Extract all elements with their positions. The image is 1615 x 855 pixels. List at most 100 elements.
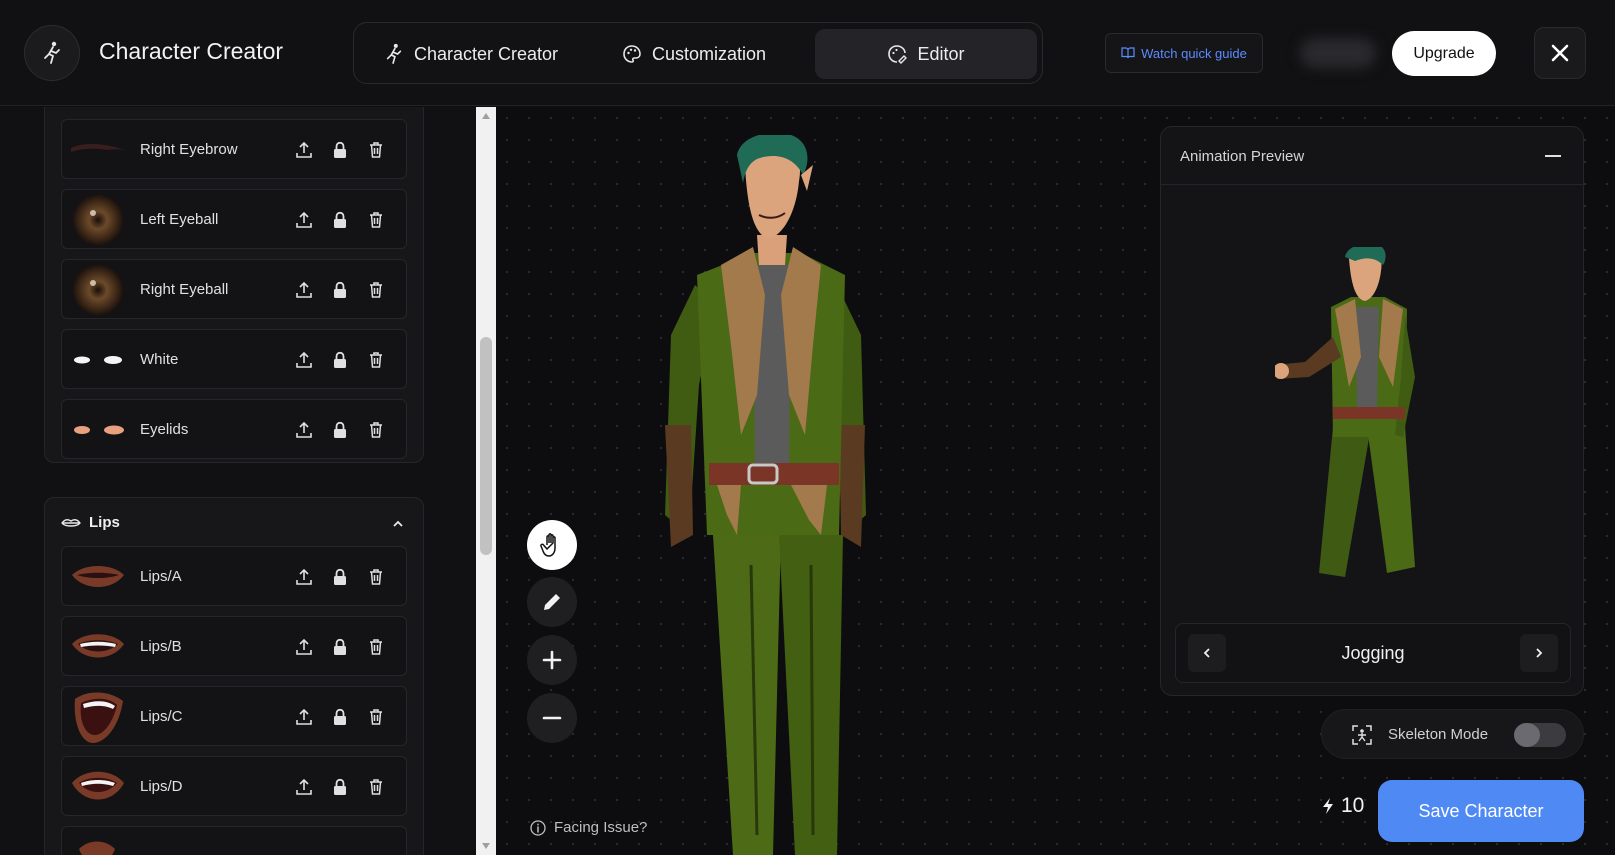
row-actions bbox=[294, 139, 386, 161]
scroll-up-arrow-icon[interactable] bbox=[481, 112, 491, 120]
layer-row[interactable] bbox=[61, 826, 407, 855]
zoom-out-icon bbox=[542, 716, 562, 720]
layer-row[interactable]: Lips/B bbox=[61, 616, 407, 676]
section-title: Lips bbox=[89, 514, 120, 531]
pan-tool-button[interactable] bbox=[527, 520, 577, 570]
lightning-icon bbox=[1323, 798, 1333, 814]
row-actions bbox=[294, 209, 386, 231]
edit-palette-icon bbox=[888, 45, 908, 64]
lock-icon[interactable] bbox=[330, 776, 350, 798]
lock-icon[interactable] bbox=[330, 636, 350, 658]
layer-name: Right Eyebrow bbox=[140, 141, 238, 158]
character-figure[interactable] bbox=[661, 135, 891, 855]
layer-thumbnail bbox=[68, 619, 128, 675]
upload-icon[interactable] bbox=[294, 566, 314, 588]
user-account[interactable] bbox=[1300, 38, 1376, 68]
scroll-thumb[interactable] bbox=[480, 337, 492, 555]
facing-issue-label: Facing Issue? bbox=[554, 819, 648, 836]
row-actions bbox=[294, 636, 386, 658]
upload-icon[interactable] bbox=[294, 279, 314, 301]
main-tabs: Character Creator Customization Editor bbox=[353, 22, 1043, 84]
trash-icon[interactable] bbox=[366, 776, 386, 798]
trash-icon[interactable] bbox=[366, 636, 386, 658]
upload-icon[interactable] bbox=[294, 636, 314, 658]
tab-editor[interactable]: Editor bbox=[815, 29, 1037, 79]
layer-name: Lips/A bbox=[140, 568, 182, 585]
preview-title: Animation Preview bbox=[1180, 148, 1305, 165]
top-header: Character Creator Character Creator Cust… bbox=[0, 0, 1615, 106]
trash-icon[interactable] bbox=[366, 139, 386, 161]
lock-icon[interactable] bbox=[330, 279, 350, 301]
minimize-icon[interactable] bbox=[1545, 155, 1561, 157]
row-actions bbox=[294, 419, 386, 441]
app-logo[interactable] bbox=[24, 25, 80, 81]
next-animation-button[interactable] bbox=[1520, 634, 1558, 672]
upgrade-button[interactable]: Upgrade bbox=[1392, 31, 1496, 76]
upload-icon[interactable] bbox=[294, 139, 314, 161]
lock-icon[interactable] bbox=[330, 209, 350, 231]
lips-section-header[interactable]: Lips bbox=[61, 514, 120, 531]
trash-icon[interactable] bbox=[366, 706, 386, 728]
close-icon bbox=[1551, 44, 1569, 62]
tab-label: Customization bbox=[652, 43, 767, 64]
upload-icon[interactable] bbox=[294, 776, 314, 798]
trash-icon[interactable] bbox=[366, 566, 386, 588]
layer-row[interactable]: Lips/C bbox=[61, 686, 407, 746]
facing-issue-link[interactable]: Facing Issue? bbox=[530, 819, 647, 836]
trash-icon[interactable] bbox=[366, 209, 386, 231]
watch-guide-button[interactable]: Watch quick guide bbox=[1105, 33, 1263, 73]
lock-icon[interactable] bbox=[330, 419, 350, 441]
layer-name: Lips/D bbox=[140, 778, 183, 795]
tab-character-creator[interactable]: Character Creator bbox=[368, 29, 582, 79]
animated-character-preview bbox=[1275, 247, 1415, 577]
sidebar-scrollbar[interactable] bbox=[476, 107, 496, 855]
lips-panel: Lips Lips/A Lips/B Lips/C Lips/D bbox=[44, 497, 424, 855]
trash-icon[interactable] bbox=[366, 279, 386, 301]
layer-thumbnail bbox=[68, 192, 128, 248]
layer-thumbnail bbox=[68, 402, 128, 458]
layer-name: Eyelids bbox=[140, 421, 189, 438]
lock-icon[interactable] bbox=[330, 706, 350, 728]
skeleton-mode-toggle[interactable] bbox=[1514, 723, 1566, 747]
animation-preview-panel: Animation Preview Jogging bbox=[1160, 126, 1584, 696]
pencil-tool-button[interactable] bbox=[527, 577, 577, 627]
upload-icon[interactable] bbox=[294, 209, 314, 231]
editor-canvas[interactable]: Facing Issue? Animation Preview Jogging bbox=[496, 107, 1615, 855]
layer-row[interactable]: Lips/D bbox=[61, 756, 407, 816]
lips-icon bbox=[61, 518, 81, 527]
palette-icon bbox=[623, 45, 641, 63]
zoom-out-button[interactable] bbox=[527, 693, 577, 743]
zoom-in-button[interactable] bbox=[527, 635, 577, 685]
tab-customization[interactable]: Customization bbox=[606, 29, 796, 79]
layer-row[interactable]: Right Eyebrow bbox=[61, 119, 407, 179]
tab-label: Editor bbox=[917, 43, 965, 64]
hand-icon bbox=[540, 533, 556, 557]
zoom-in-icon bbox=[542, 650, 562, 670]
layer-thumbnail bbox=[68, 759, 128, 815]
layers-sidebar[interactable]: Right Eyebrow Left Eyeball Right Eyeball bbox=[0, 107, 476, 855]
trash-icon[interactable] bbox=[366, 419, 386, 441]
trash-icon[interactable] bbox=[366, 349, 386, 371]
animation-name: Jogging bbox=[1341, 643, 1405, 663]
animation-switcher: Jogging bbox=[1175, 623, 1571, 683]
layer-row[interactable]: Eyelids bbox=[61, 399, 407, 459]
layer-row[interactable]: Left Eyeball bbox=[61, 189, 407, 249]
chevron-up-icon[interactable] bbox=[391, 516, 405, 534]
layer-row[interactable]: Lips/A bbox=[61, 546, 407, 606]
layer-thumbnail bbox=[68, 262, 128, 318]
save-character-button[interactable]: Save Character bbox=[1378, 780, 1584, 842]
upload-icon[interactable] bbox=[294, 706, 314, 728]
layer-row[interactable]: Right Eyeball bbox=[61, 259, 407, 319]
close-button[interactable] bbox=[1534, 27, 1586, 79]
layer-thumbnail bbox=[68, 549, 128, 605]
upload-icon[interactable] bbox=[294, 419, 314, 441]
lock-icon[interactable] bbox=[330, 349, 350, 371]
lock-icon[interactable] bbox=[330, 566, 350, 588]
book-icon bbox=[1121, 47, 1135, 59]
upload-icon[interactable] bbox=[294, 349, 314, 371]
layer-row[interactable]: White bbox=[61, 329, 407, 389]
chevron-right-icon bbox=[1536, 648, 1543, 658]
scroll-down-arrow-icon[interactable] bbox=[481, 842, 491, 850]
layer-name: White bbox=[140, 351, 179, 368]
lock-icon[interactable] bbox=[330, 139, 350, 161]
